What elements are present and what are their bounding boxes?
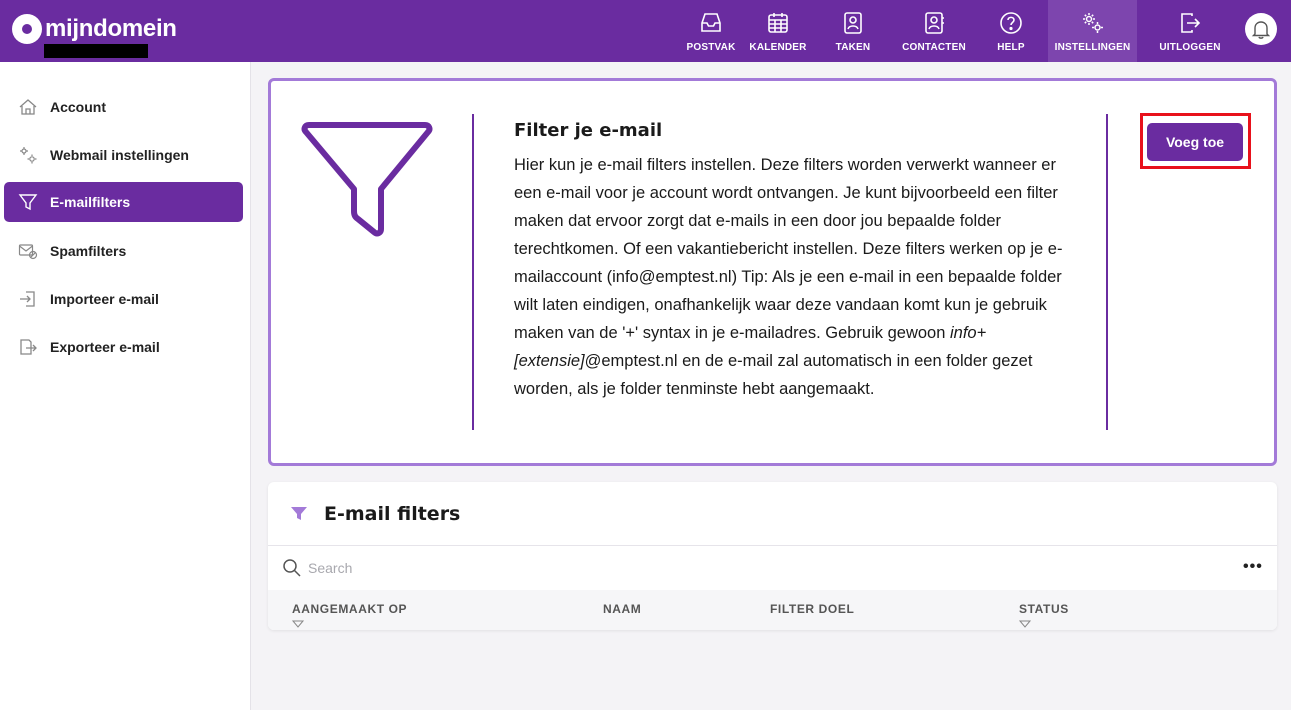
panel-header: E-mail filters — [268, 482, 1277, 546]
sidebar-item-label: E-mailfilters — [50, 194, 131, 210]
help-icon — [1000, 11, 1022, 34]
nav-uitloggen[interactable]: UITLOGGEN — [1158, 0, 1222, 62]
sidebar-item-label: Exporteer e-mail — [50, 339, 160, 355]
column-filter-doel[interactable]: FILTER DOEL — [770, 602, 854, 616]
search-input[interactable] — [308, 554, 1208, 582]
sidebar-item-exporteer-e-mail[interactable]: Exporteer e-mail — [4, 327, 243, 367]
info-title: Filter je e-mail — [514, 120, 663, 141]
info-text-part1: Hier kun je e-mail filters instellen. De… — [514, 156, 1063, 342]
sidebar-item-importeer-e-mail[interactable]: Importeer e-mail — [4, 279, 243, 319]
nav-taken[interactable]: TAKEN — [833, 0, 873, 62]
logo-mark-icon — [12, 14, 42, 44]
sort-icon[interactable] — [292, 620, 304, 628]
filter-info-card: Filter je e-mail Hier kun je e-mail filt… — [268, 78, 1277, 466]
settings-icon — [1082, 12, 1103, 33]
nav-help[interactable]: HELP — [992, 0, 1030, 62]
nav-label: UITLOGGEN — [1159, 41, 1221, 53]
column-naam[interactable]: NAAM — [603, 602, 641, 616]
sidebar-item-webmail-instellingen[interactable]: Webmail instellingen — [4, 135, 243, 175]
spam-filter-icon — [18, 244, 38, 260]
info-description: Hier kun je e-mail filters instellen. De… — [514, 151, 1074, 403]
logout-icon — [1181, 12, 1201, 33]
nav-kalender[interactable]: KALENDER — [749, 0, 807, 62]
sidebar: Account Webmail instellingen E-mailfilte… — [0, 62, 251, 710]
sort-icon[interactable] — [1019, 620, 1031, 628]
nav-label: HELP — [997, 41, 1025, 53]
panel-title: E-mail filters — [324, 503, 461, 525]
bell-icon — [1251, 21, 1271, 39]
column-status[interactable]: STATUS — [1019, 602, 1069, 616]
import-icon — [20, 291, 35, 307]
column-aangemaakt-op[interactable]: AANGEMAAKT OP — [292, 602, 407, 616]
export-icon — [20, 339, 37, 355]
sidebar-item-e-mailfilters[interactable]: E-mailfilters — [4, 182, 243, 222]
nav-label: TAKEN — [835, 41, 871, 53]
divider-left — [472, 114, 474, 430]
table-header: AANGEMAAKT OP NAAM FILTER DOEL STATUS — [268, 590, 1277, 630]
nav-contacten[interactable]: CONTACTEN — [900, 0, 968, 62]
logo-text: mijndomein — [45, 15, 177, 42]
nav-label: INSTELLINGEN — [1054, 41, 1131, 53]
sidebar-item-label: Webmail instellingen — [50, 147, 189, 163]
funnel-icon — [18, 194, 38, 211]
sidebar-item-label: Importeer e-mail — [50, 291, 159, 307]
notifications-button[interactable] — [1245, 13, 1277, 45]
home-icon — [19, 99, 37, 115]
nav-postvak[interactable]: POSTVAK — [686, 0, 736, 62]
tasks-icon — [844, 11, 862, 34]
email-filters-panel: E-mail filters ••• AANGEMAAKT OP NAAM FI… — [268, 482, 1277, 630]
more-options-button[interactable]: ••• — [1243, 558, 1263, 576]
sidebar-item-label: Spamfilters — [50, 243, 127, 259]
nav-label: POSTVAK — [686, 41, 736, 53]
inbox-icon — [701, 12, 721, 32]
nav-label: CONTACTEN — [902, 41, 966, 53]
calendar-icon — [768, 12, 788, 33]
logo[interactable]: mijndomein — [12, 14, 177, 44]
sidebar-item-account[interactable]: Account — [4, 87, 243, 127]
search-icon — [283, 559, 301, 577]
gears-icon — [20, 147, 37, 164]
info-text-part2: @emptest.nl en de e-mail zal automatisch… — [514, 352, 1033, 398]
funnel-illustration-icon — [301, 122, 433, 237]
nav-label: KALENDER — [749, 41, 807, 53]
divider-right — [1106, 114, 1108, 430]
funnel-icon — [291, 507, 307, 520]
nav-instellingen[interactable]: INSTELLINGEN — [1048, 0, 1137, 62]
top-bar: mijndomein POSTVAK KALENDER TAKEN CONTAC… — [0, 0, 1291, 62]
contacts-icon — [925, 11, 944, 34]
redacted-account-name — [44, 44, 148, 58]
add-filter-button[interactable]: Voeg toe — [1147, 123, 1243, 161]
sidebar-item-spamfilters[interactable]: Spamfilters — [4, 231, 243, 271]
sidebar-item-label: Account — [50, 99, 106, 115]
